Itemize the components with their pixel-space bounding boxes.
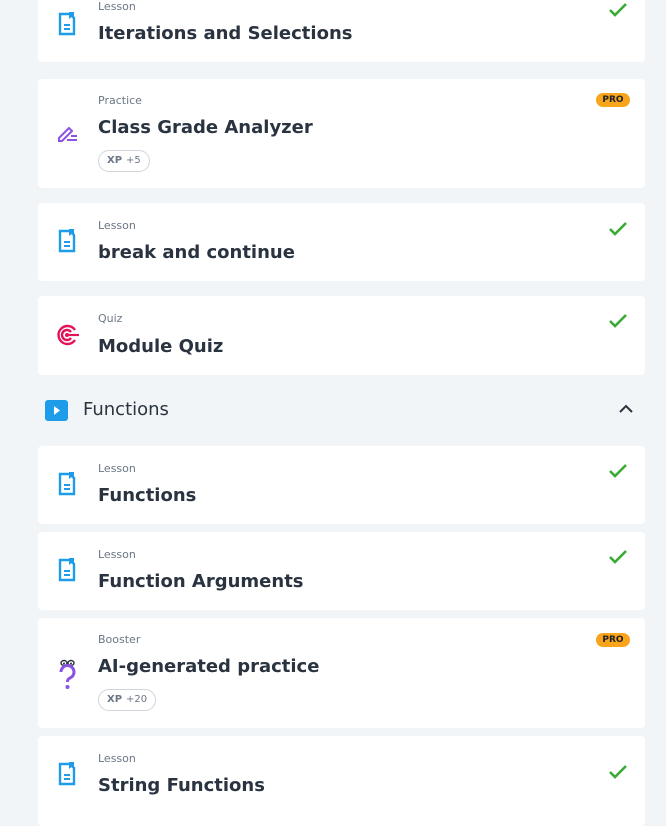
pencil-icon [58,126,77,142]
item-title: Iterations and Selections [98,23,353,44]
lesson-icon [58,762,76,786]
xp-value: +20 [126,694,148,705]
check-icon [609,550,627,564]
xp-badge: XP +20 [98,689,157,711]
item-title: Class Grade Analyzer [98,117,313,138]
pro-badge: PRO [596,633,630,647]
check-icon [609,314,627,328]
item-title: Function Arguments [98,571,304,592]
check-icon [609,222,627,236]
lesson-icon [58,558,76,582]
lesson-card[interactable]: Lesson break and continue [38,203,645,281]
xp-value: +5 [126,155,141,166]
check-icon [609,3,627,17]
item-type-label: Booster [98,633,141,646]
lesson-icon [58,12,76,36]
pro-badge: PRO [596,93,630,107]
chevron-up-icon[interactable] [618,402,634,414]
item-type-label: Lesson [98,219,136,232]
quiz-card[interactable]: Quiz Module Quiz [38,296,645,375]
practice-card[interactable]: Practice Class Grade Analyzer PRO XP +5 [38,79,645,188]
lesson-card[interactable]: Lesson Function Arguments [38,532,645,610]
item-title: break and continue [98,242,295,263]
item-title: Functions [98,485,197,506]
xp-label: XP [107,694,123,705]
lesson-card[interactable]: Lesson Functions [38,446,645,524]
xp-badge: XP +5 [98,150,150,172]
play-icon [45,400,68,421]
lesson-card[interactable]: Lesson Iterations and Selections [38,0,645,62]
item-title: Module Quiz [98,336,224,357]
question-icon [59,659,76,689]
section-header-functions[interactable]: Functions [38,390,645,430]
check-icon [609,765,627,779]
item-title: String Functions [98,775,265,796]
item-type-label: Lesson [98,0,136,13]
item-type-label: Lesson [98,462,136,475]
check-icon [609,464,627,478]
lesson-icon [58,229,76,253]
section-title: Functions [83,399,169,420]
item-type-label: Lesson [98,752,136,765]
lesson-icon [58,472,76,496]
xp-label: XP [107,155,123,166]
item-title: AI-generated practice [98,656,320,677]
booster-card[interactable]: Booster AI-generated practice PRO XP +20 [38,618,645,728]
target-icon [57,324,79,346]
item-type-label: Lesson [98,548,136,561]
item-type-label: Quiz [98,312,123,325]
item-type-label: Practice [98,94,142,107]
